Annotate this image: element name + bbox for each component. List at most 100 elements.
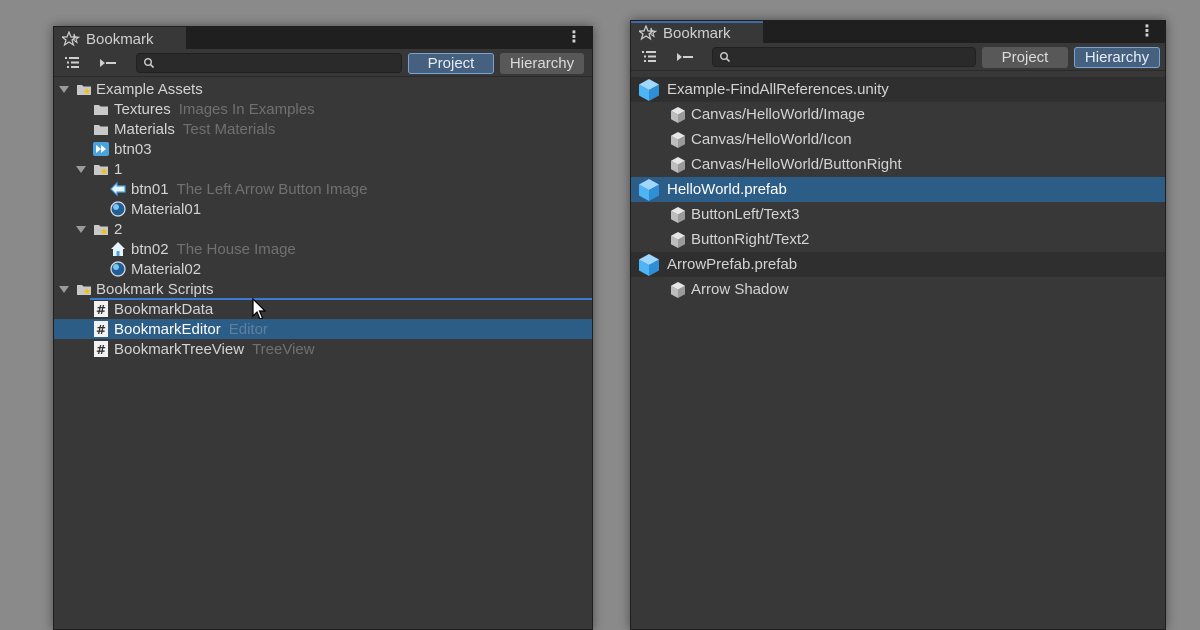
tree-row-bookmarktreeview[interactable]: # BookmarkTreeView TreeView <box>54 339 592 359</box>
svg-text:#: # <box>96 303 106 317</box>
tree-row-prefab[interactable]: ArrowPrefab.prefab <box>631 252 1165 277</box>
expand-arrow-icon[interactable] <box>76 225 86 233</box>
tree-item-label: BookmarkData <box>114 300 214 318</box>
tree-row-prefab-selected[interactable]: HelloWorld.prefab <box>631 177 1165 202</box>
tab-title: Bookmark <box>663 24 731 42</box>
tree-item-label: ButtonRight/Text2 <box>691 231 810 248</box>
tree-item-label: Textures <box>114 100 171 118</box>
expand-arrow-icon[interactable] <box>59 85 69 93</box>
tree-row-gameobject[interactable]: Canvas/HelloWorld/Icon <box>631 127 1165 152</box>
folder-bookmark-icon <box>94 165 108 175</box>
tree-row-material02[interactable]: Material02 <box>54 259 592 279</box>
tree-row-folder-2[interactable]: 2 <box>54 219 592 239</box>
material-sphere-icon <box>110 261 126 277</box>
tree-row-gameobject[interactable]: Canvas/HelloWorld/Image <box>631 102 1165 127</box>
tree-row-bookmarkeditor[interactable]: # BookmarkEditor Editor <box>54 319 592 339</box>
bookmark-window-left: Bookmark ⋮ Project Hierarchy Example Ass… <box>53 26 593 630</box>
search-icon <box>720 52 731 63</box>
tree-item-label: Material01 <box>131 200 202 218</box>
svg-text:#: # <box>96 323 106 337</box>
tree-row-folder-1[interactable]: 1 <box>54 159 592 179</box>
tree-item-label: Materials <box>114 120 175 138</box>
window-menu-icon[interactable]: ⋮ <box>566 29 582 47</box>
tree-item-label: ButtonLeft/Text3 <box>691 206 800 223</box>
bookmark-star-icon <box>639 25 657 41</box>
tree-item-label: Canvas/HelloWorld/ButtonRight <box>691 156 902 173</box>
tree-item-label: HelloWorld.prefab <box>667 181 787 198</box>
bookmark-star-icon <box>62 31 80 47</box>
tree-item-label: btn02 <box>131 240 169 258</box>
tree-item-note: Test Materials <box>182 120 276 138</box>
gameobject-cube-icon <box>671 231 685 248</box>
tree-row-bookmarkdata[interactable]: # BookmarkData <box>54 298 592 320</box>
tree-row-bookmark-scripts[interactable]: Bookmark Scripts <box>54 279 592 300</box>
tree-item-label: 2 <box>114 220 123 238</box>
tree-row-materials[interactable]: Materials Test Materials <box>54 119 592 139</box>
left-arrow-icon <box>110 181 126 197</box>
gameobject-cube-icon <box>671 131 685 148</box>
house-icon <box>111 242 125 256</box>
window-menu-icon[interactable]: ⋮ <box>1139 23 1155 41</box>
tab-bookmark[interactable]: Bookmark <box>631 21 763 43</box>
tree-item-label: Example Assets <box>96 80 203 98</box>
expand-arrow-icon[interactable] <box>76 165 86 173</box>
tree-item-label: BookmarkTreeView <box>114 340 245 358</box>
bookmark-window-right: Bookmark ⋮ Project Hierarchy Example-Fin… <box>630 20 1166 630</box>
tree-item-note: The House Image <box>176 240 296 258</box>
tree-item-label: Arrow Shadow <box>691 281 789 298</box>
tree-row-btn01[interactable]: btn01 The Left Arrow Button Image <box>54 179 592 199</box>
list-view-button[interactable] <box>54 52 90 74</box>
search-icon <box>144 58 155 69</box>
csharp-script-icon: # <box>94 341 108 357</box>
collapse-all-button[interactable] <box>667 46 703 68</box>
tree-item-label: 1 <box>114 160 123 178</box>
tab-bookmark[interactable]: Bookmark <box>54 27 186 49</box>
folder-bookmark-icon <box>94 225 108 235</box>
tree-row-scene[interactable]: Example-FindAllReferences.unity <box>631 77 1165 102</box>
list-icon <box>642 51 656 62</box>
list-view-button[interactable] <box>631 46 667 68</box>
tree-row-example-assets[interactable]: Example Assets <box>54 79 592 99</box>
tree-item-label: Canvas/HelloWorld/Image <box>691 106 865 123</box>
folder-icon <box>94 105 108 115</box>
material-sphere-icon <box>110 201 126 217</box>
folder-bookmark-icon <box>77 85 91 95</box>
search-input[interactable] <box>712 47 976 67</box>
tree-item-label: Material02 <box>131 260 202 278</box>
folder-icon <box>94 125 108 135</box>
tree-item-label: Canvas/HelloWorld/Icon <box>691 131 852 148</box>
tree-item-note: Images In Examples <box>178 100 315 118</box>
tree-row-gameobject[interactable]: Arrow Shadow <box>631 277 1165 302</box>
collapse-all-button[interactable] <box>90 52 126 74</box>
hierarchy-button[interactable]: Hierarchy <box>1074 47 1160 68</box>
expand-arrow-icon[interactable] <box>59 285 69 293</box>
tree-row-btn03[interactable]: btn03 <box>54 139 592 159</box>
project-bookmark-tree: Example Assets Textures Images In Example… <box>54 77 592 359</box>
project-button[interactable]: Project <box>982 47 1068 68</box>
tree-row-material01[interactable]: Material01 <box>54 199 592 219</box>
hierarchy-bookmark-tree: Example-FindAllReferences.unity Canvas/H… <box>631 71 1165 302</box>
tree-item-label: Bookmark Scripts <box>96 280 214 298</box>
hierarchy-button[interactable]: Hierarchy <box>500 53 584 74</box>
svg-text:#: # <box>96 343 106 357</box>
toolbar: Project Hierarchy <box>631 43 1165 71</box>
gameobject-cube-icon <box>671 156 685 173</box>
tree-row-textures[interactable]: Textures Images In Examples <box>54 99 592 119</box>
csharp-script-icon: # <box>94 321 108 337</box>
tree-item-note: TreeView <box>252 340 315 358</box>
tree-row-gameobject[interactable]: ButtonLeft/Text3 <box>631 202 1165 227</box>
project-button[interactable]: Project <box>408 53 494 74</box>
gameobject-cube-icon <box>671 281 685 298</box>
collapse-icon <box>677 52 693 61</box>
list-icon <box>65 57 79 68</box>
fast-forward-icon <box>93 142 109 156</box>
tree-row-btn02[interactable]: btn02 The House Image <box>54 239 592 259</box>
unity-scene-cube-icon <box>639 78 659 101</box>
search-input[interactable] <box>136 53 402 73</box>
tree-row-gameobject[interactable]: ButtonRight/Text2 <box>631 227 1165 252</box>
gameobject-cube-icon <box>671 206 685 223</box>
tab-strip: Bookmark ⋮ <box>631 21 1165 43</box>
prefab-cube-icon <box>639 178 659 201</box>
tree-item-label: Example-FindAllReferences.unity <box>667 81 889 98</box>
tree-row-gameobject[interactable]: Canvas/HelloWorld/ButtonRight <box>631 152 1165 177</box>
